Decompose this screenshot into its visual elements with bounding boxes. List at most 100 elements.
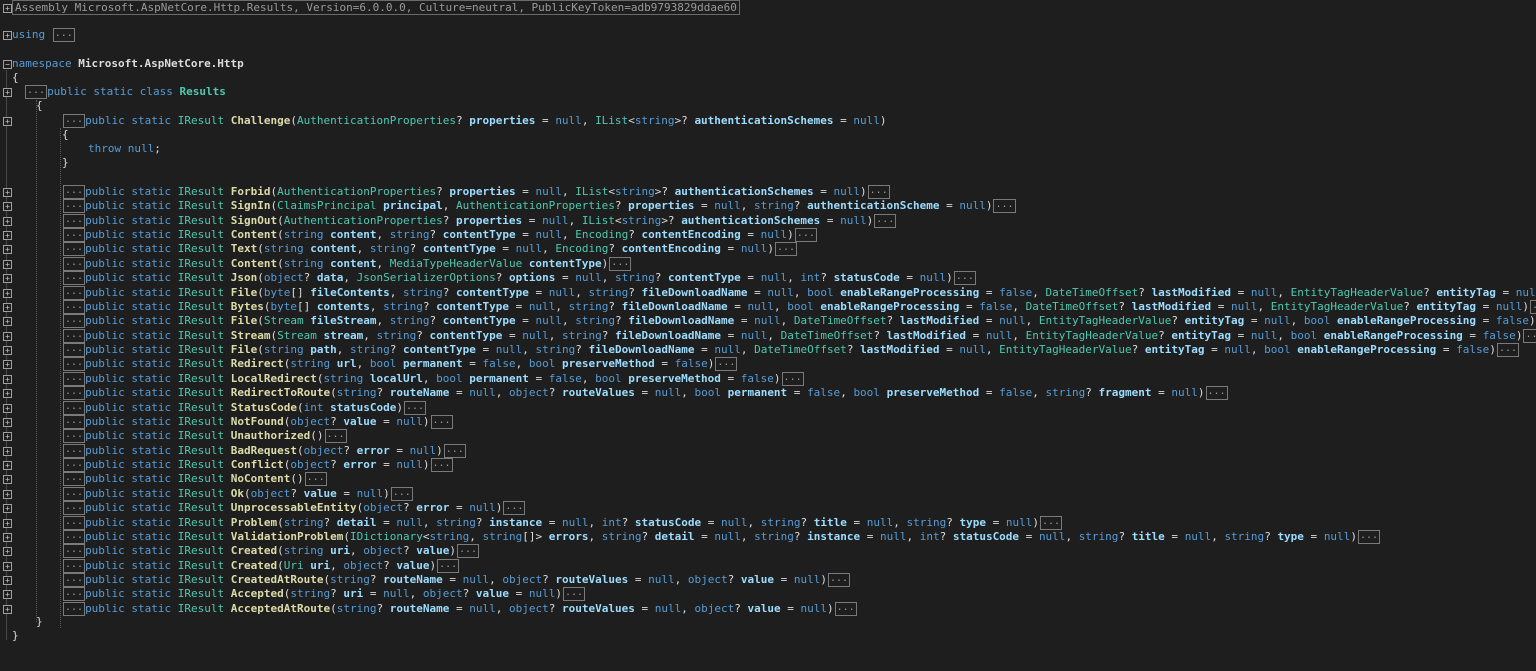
- expand-icon[interactable]: +: [3, 417, 12, 427]
- collapsed-body-ellipsis[interactable]: ...: [443, 443, 466, 458]
- expand-icon[interactable]: +: [3, 245, 12, 255]
- collapsed-attributes-ellipsis[interactable]: ...: [63, 371, 86, 386]
- expand-icon[interactable]: +: [3, 389, 12, 399]
- collapsed-attributes-ellipsis[interactable]: ...: [63, 314, 86, 329]
- expand-icon[interactable]: +: [3, 31, 12, 40]
- collapsed-attributes-ellipsis[interactable]: ...: [63, 501, 86, 516]
- code-editor[interactable]: + Assembly Microsoft.AspNetCore.Http.Res…: [0, 0, 1536, 646]
- collapsed-attributes-ellipsis[interactable]: ...: [63, 114, 86, 128]
- collapsed-attributes-ellipsis[interactable]: ...: [63, 285, 86, 300]
- collapsed-attributes-ellipsis[interactable]: ...: [63, 472, 86, 487]
- collapsed-body-ellipsis[interactable]: ...: [827, 572, 851, 587]
- collapsed-attributes-ellipsis[interactable]: ...: [63, 256, 86, 271]
- collapsed-body-ellipsis[interactable]: ...: [1523, 328, 1536, 343]
- expand-icon[interactable]: +: [3, 561, 12, 571]
- collapsed-attributes-ellipsis[interactable]: ...: [63, 529, 86, 544]
- expand-icon[interactable]: +: [3, 432, 12, 442]
- expand-icon[interactable]: +: [3, 532, 12, 542]
- expand-icon[interactable]: +: [3, 117, 12, 126]
- collapsed-body-ellipsis[interactable]: ...: [609, 256, 632, 271]
- collapsed-body-ellipsis[interactable]: ...: [457, 544, 480, 559]
- expand-icon[interactable]: +: [3, 374, 12, 384]
- collapsed-body-ellipsis[interactable]: ...: [867, 185, 890, 199]
- collapsed-body-ellipsis[interactable]: ...: [834, 601, 857, 616]
- punctuation: ?: [303, 271, 317, 285]
- collapsed-attributes-ellipsis[interactable]: ...: [63, 572, 86, 587]
- collapsed-attributes-ellipsis[interactable]: ...: [63, 458, 86, 473]
- expand-icon[interactable]: +: [3, 489, 12, 499]
- collapsed-attributes-ellipsis[interactable]: ...: [63, 386, 86, 401]
- collapsed-attributes-ellipsis[interactable]: ...: [63, 443, 86, 458]
- collapsed-attributes-ellipsis[interactable]: ...: [63, 558, 86, 573]
- expand-icon[interactable]: +: [3, 259, 12, 269]
- expand-icon[interactable]: +: [3, 231, 12, 241]
- collapsed-body-ellipsis[interactable]: ...: [563, 587, 586, 602]
- expand-icon[interactable]: +: [3, 360, 12, 370]
- collapsed-attributes-ellipsis[interactable]: ...: [63, 515, 86, 530]
- expand-icon[interactable]: +: [3, 274, 12, 284]
- collapsed-attributes-ellipsis[interactable]: ...: [63, 587, 86, 602]
- expand-icon[interactable]: +: [3, 302, 12, 312]
- collapsed-body-ellipsis[interactable]: ...: [1357, 529, 1380, 544]
- expand-icon[interactable]: +: [3, 88, 12, 97]
- collapsed-body-ellipsis[interactable]: ...: [1530, 299, 1536, 314]
- collapsed-attributes-ellipsis[interactable]: ...: [63, 213, 86, 228]
- expand-icon[interactable]: +: [3, 4, 12, 13]
- expand-icon[interactable]: +: [3, 446, 12, 456]
- collapsed-body-ellipsis[interactable]: ...: [390, 486, 413, 501]
- assembly-header[interactable]: Assembly Microsoft.AspNetCore.Http.Resul…: [12, 0, 740, 15]
- collapsed-attributes-ellipsis[interactable]: ...: [63, 242, 86, 257]
- expand-icon[interactable]: +: [3, 202, 12, 212]
- expand-icon[interactable]: +: [3, 403, 12, 413]
- collapsed-body-ellipsis[interactable]: ...: [403, 400, 427, 415]
- expand-icon[interactable]: +: [3, 475, 12, 485]
- expand-icon[interactable]: +: [3, 504, 12, 514]
- collapsed-attributes-ellipsis[interactable]: ...: [63, 400, 86, 415]
- collapsed-body-ellipsis[interactable]: ...: [874, 213, 897, 228]
- collapsed-body-ellipsis[interactable]: ...: [430, 414, 453, 429]
- expand-icon[interactable]: +: [3, 461, 12, 471]
- collapsed-body-ellipsis[interactable]: ...: [324, 429, 347, 444]
- collapsed-body-ellipsis[interactable]: ...: [1039, 515, 1063, 530]
- collapsed-body-ellipsis[interactable]: ...: [781, 371, 804, 386]
- collapsed-body-ellipsis[interactable]: ...: [1205, 386, 1228, 401]
- collapsed-body-ellipsis[interactable]: ...: [715, 357, 738, 372]
- collapsed-body-ellipsis[interactable]: ...: [1496, 343, 1519, 358]
- expand-icon[interactable]: +: [3, 547, 12, 557]
- expand-icon[interactable]: +: [3, 331, 12, 341]
- collapsed-body-ellipsis[interactable]: ...: [430, 458, 453, 473]
- collapsed-body-ellipsis[interactable]: ...: [503, 501, 526, 516]
- collapsed-attributes-ellipsis[interactable]: ...: [63, 601, 86, 616]
- collapsed-attributes-ellipsis[interactable]: ...: [63, 544, 86, 559]
- expand-icon[interactable]: +: [3, 216, 12, 226]
- method-modifiers: public static: [85, 558, 172, 572]
- collapsed-attributes-ellipsis[interactable]: ...: [63, 486, 86, 501]
- expand-icon[interactable]: +: [3, 575, 12, 585]
- collapsed-body-ellipsis[interactable]: ...: [993, 199, 1016, 214]
- collapsed-region-ellipsis[interactable]: ...: [52, 28, 75, 42]
- expand-icon[interactable]: +: [3, 188, 12, 197]
- collapsed-attributes-ellipsis[interactable]: ...: [63, 328, 86, 343]
- collapsed-attributes-ellipsis[interactable]: ...: [63, 414, 86, 429]
- collapsed-body-ellipsis[interactable]: ...: [774, 242, 797, 257]
- expand-icon[interactable]: +: [3, 518, 12, 528]
- collapsed-attributes-ellipsis[interactable]: ...: [63, 271, 86, 286]
- expand-icon[interactable]: +: [3, 288, 12, 298]
- collapsed-body-ellipsis[interactable]: ...: [794, 228, 817, 243]
- expand-icon[interactable]: +: [3, 317, 12, 327]
- collapsed-attributes-ellipsis[interactable]: ...: [63, 199, 86, 214]
- expand-icon[interactable]: +: [3, 590, 12, 600]
- collapsed-attributes-ellipsis[interactable]: ...: [25, 85, 48, 99]
- expand-icon[interactable]: +: [3, 346, 12, 356]
- collapsed-attributes-ellipsis[interactable]: ...: [63, 343, 86, 358]
- collapsed-attributes-ellipsis[interactable]: ...: [63, 185, 86, 199]
- collapsed-attributes-ellipsis[interactable]: ...: [63, 299, 86, 314]
- collapse-icon[interactable]: −: [3, 60, 12, 69]
- collapsed-body-ellipsis[interactable]: ...: [953, 271, 976, 286]
- collapsed-body-ellipsis[interactable]: ...: [304, 472, 327, 487]
- collapsed-body-ellipsis[interactable]: ...: [437, 558, 460, 573]
- collapsed-attributes-ellipsis[interactable]: ...: [63, 429, 86, 444]
- collapsed-attributes-ellipsis[interactable]: ...: [63, 357, 86, 372]
- expand-icon[interactable]: +: [3, 604, 12, 614]
- collapsed-attributes-ellipsis[interactable]: ...: [63, 228, 86, 243]
